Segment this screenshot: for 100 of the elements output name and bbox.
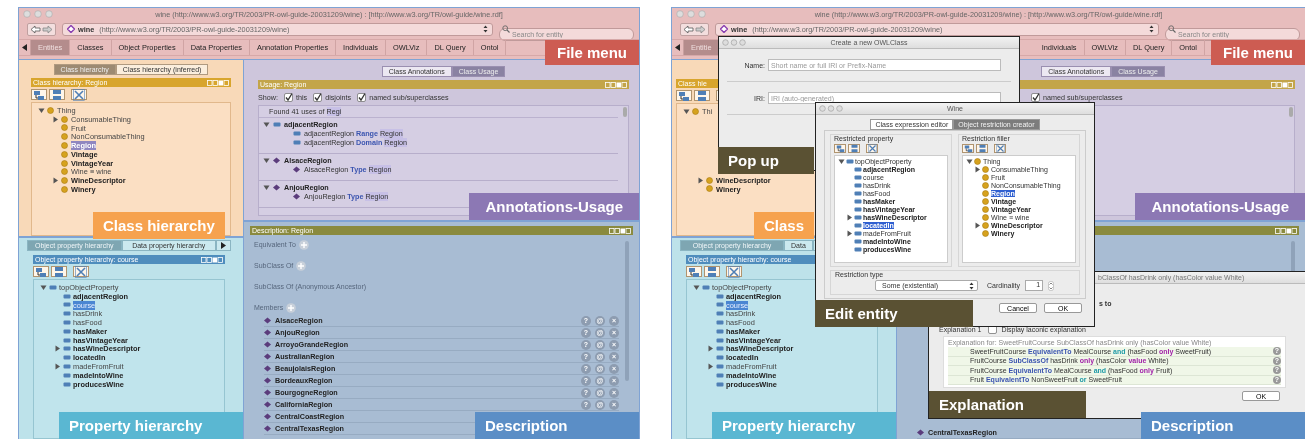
delete-icon xyxy=(995,144,1005,153)
dot-icon xyxy=(47,106,55,114)
add-child-icon xyxy=(835,144,845,153)
back-arrow-icon[interactable] xyxy=(683,24,694,34)
expand-triangle-icon[interactable] xyxy=(683,107,690,115)
callout-label: Description xyxy=(475,412,639,439)
dot-icon xyxy=(692,107,700,115)
expand-triangle-icon[interactable] xyxy=(846,213,853,221)
pane-controls-icon xyxy=(1271,81,1293,88)
diamond-icon xyxy=(273,184,281,191)
add-sibling-icon xyxy=(977,144,987,153)
scrollbar xyxy=(1289,107,1293,117)
toolbar-button[interactable] xyxy=(976,144,988,153)
tab-scroll-button[interactable] xyxy=(19,40,31,55)
back-arrow-icon[interactable] xyxy=(30,24,41,34)
scrollbar xyxy=(623,107,627,117)
add-child-icon xyxy=(678,89,690,102)
pane-controls-icon xyxy=(1275,227,1297,234)
pane-controls-icon xyxy=(201,256,223,263)
diamond-icon xyxy=(917,429,925,436)
add-sibling-icon xyxy=(706,265,718,278)
toolbar-button[interactable] xyxy=(994,144,1006,153)
toolbar-button[interactable] xyxy=(834,144,846,153)
add-sibling-icon xyxy=(849,144,859,153)
expand-triangle-icon[interactable] xyxy=(846,229,853,237)
add-sibling-icon xyxy=(51,88,63,101)
checkbox[interactable] xyxy=(357,93,367,102)
tab-scroll-button[interactable] xyxy=(672,40,684,55)
delete-icon xyxy=(73,88,85,101)
expand-triangle-icon[interactable] xyxy=(263,121,270,128)
toolbar-button[interactable] xyxy=(49,89,65,100)
expand-triangle-icon[interactable] xyxy=(38,106,45,114)
diamond-icon xyxy=(720,25,728,33)
add-child-icon xyxy=(35,265,47,278)
bar-icon xyxy=(293,139,301,146)
add-child-icon xyxy=(33,88,45,101)
toolbar-button[interactable] xyxy=(704,266,720,277)
callout-label: Description xyxy=(1141,412,1305,439)
search-icon xyxy=(502,25,510,33)
expand-triangle-icon[interactable] xyxy=(54,345,61,353)
diamond-icon xyxy=(293,166,301,173)
pane-controls-icon xyxy=(207,79,229,86)
expand-triangle-icon[interactable] xyxy=(707,363,714,371)
toolbar-button[interactable] xyxy=(73,266,89,277)
expand-triangle-icon[interactable] xyxy=(40,283,47,291)
callout-label: Annotations-Usage xyxy=(469,193,639,220)
expand-triangle-icon[interactable] xyxy=(52,115,59,123)
bar-icon xyxy=(49,283,57,291)
expand-triangle-icon[interactable] xyxy=(838,157,845,165)
toolbar-button[interactable] xyxy=(866,144,878,153)
checkbox[interactable] xyxy=(313,93,323,102)
expand-triangle-icon[interactable] xyxy=(693,283,700,291)
toolbar-button[interactable] xyxy=(33,266,49,277)
updown-arrows-icon xyxy=(969,281,974,290)
checkbox[interactable] xyxy=(284,93,293,102)
left-triangle-icon xyxy=(22,44,27,51)
toolbar-button[interactable] xyxy=(686,266,702,277)
expand-triangle-icon[interactable] xyxy=(974,165,981,173)
search-icon xyxy=(1168,25,1176,33)
pane-controls-icon xyxy=(609,227,631,234)
expand-triangle-icon[interactable] xyxy=(263,157,270,164)
delete-icon xyxy=(728,265,740,278)
toolbar-button[interactable] xyxy=(694,90,710,101)
toolbar-button[interactable] xyxy=(726,266,742,277)
callout-label: Class hierarchy xyxy=(93,212,225,239)
left-triangle-icon xyxy=(675,44,680,51)
delete-icon xyxy=(75,265,87,278)
callout-label: Explanation xyxy=(929,391,1086,418)
expand-triangle-icon[interactable] xyxy=(707,345,714,353)
diamond-icon xyxy=(273,157,281,164)
expand-triangle-icon[interactable] xyxy=(263,184,270,191)
tab-scroll-button[interactable] xyxy=(216,240,231,251)
callout-label: File menu xyxy=(545,40,639,65)
add-sibling-icon xyxy=(696,89,708,102)
delete-icon xyxy=(867,144,877,153)
toolbar-button[interactable] xyxy=(848,144,860,153)
toolbar-button[interactable] xyxy=(71,89,87,100)
expand-triangle-icon[interactable] xyxy=(697,176,704,184)
window-buttons-icon xyxy=(819,105,843,112)
stepper-icon xyxy=(1048,280,1055,291)
callout-label: Class xyxy=(754,212,815,239)
toolbar-button[interactable] xyxy=(31,89,47,100)
expand-triangle-icon[interactable] xyxy=(54,363,61,371)
toolbar-button[interactable] xyxy=(51,266,67,277)
add-child-icon xyxy=(688,265,700,278)
callout-label: Property hierarchy xyxy=(59,412,243,439)
callout-label: Property hierarchy xyxy=(712,412,896,439)
bar-icon xyxy=(293,130,301,137)
checkbox[interactable] xyxy=(1031,93,1040,102)
toolbar-button[interactable] xyxy=(676,90,692,101)
add-child-icon xyxy=(963,144,973,153)
diamond-icon xyxy=(293,193,301,200)
expand-triangle-icon[interactable] xyxy=(966,157,973,165)
expand-triangle-icon[interactable] xyxy=(52,177,59,185)
callout-label: File menu xyxy=(1211,40,1305,65)
expand-triangle-icon[interactable] xyxy=(974,221,981,229)
callout-label: Edit entity xyxy=(815,300,973,327)
toolbar-button[interactable] xyxy=(962,144,974,153)
updown-arrows-icon xyxy=(1149,25,1154,33)
window-buttons-icon xyxy=(722,39,746,46)
